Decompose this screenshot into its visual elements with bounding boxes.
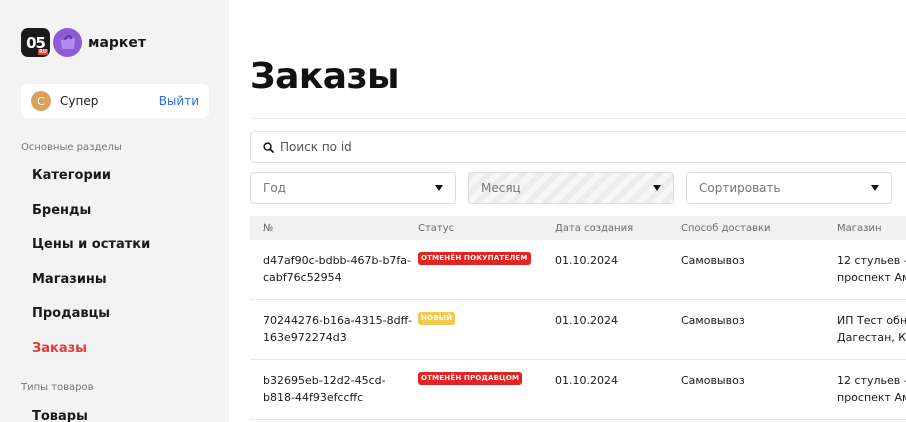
user-card: С Супер Выйти (21, 84, 209, 118)
store-line: Дагестан, Ка (837, 331, 906, 344)
logo-text: маркет (88, 34, 147, 51)
sidebar-item-brands[interactable]: Бренды (32, 203, 91, 218)
sort-select-value: Сортировать (699, 181, 781, 195)
delivery-method: Самовывоз (681, 374, 745, 387)
status-badge: ОТМЕНЁН ПОКУПАТЕЛЕМ (418, 252, 531, 265)
chevron-down-icon (435, 185, 443, 191)
sidebar-item-stores[interactable]: Магазины (32, 272, 107, 287)
status-badge: НОВЫЙ (418, 312, 456, 325)
sidebar-item-products[interactable]: Товары (32, 409, 88, 422)
nav-section-main: Основные разделы (21, 142, 122, 153)
col-created[interactable]: Дата создания (555, 223, 633, 234)
search-box[interactable] (250, 131, 906, 163)
order-id-line: 163e972274d3 (263, 331, 347, 344)
logo-05-mark: 05 RU (21, 28, 50, 57)
chevron-down-icon (653, 185, 661, 191)
order-id-line: b32695eb-12d2-45cd- (263, 374, 386, 387)
user-name: Супер (60, 94, 99, 108)
shopping-bag-icon (53, 28, 82, 57)
order-id[interactable]: b32695eb-12d2-45cd- b818-44f93efccffc (263, 372, 386, 406)
order-id[interactable]: 70244276-b16a-4315-8dff- 163e972274d3 (263, 312, 412, 346)
sort-select[interactable]: Сортировать (686, 172, 892, 204)
col-id[interactable]: № (263, 223, 273, 234)
status-badge: ОТМЕНЁН ПРОДАВЦОМ (418, 372, 523, 385)
avatar: С (31, 91, 51, 111)
order-date: 01.10.2024 (555, 254, 618, 267)
year-select-value: Год (263, 181, 286, 195)
store-line: 12 стульев — (837, 374, 906, 387)
table-row[interactable]: b32695eb-12d2-45cd- b818-44f93efccffc ОТ… (250, 360, 906, 420)
month-select[interactable]: Месяц (468, 172, 674, 204)
sidebar-item-sellers[interactable]: Продавцы (32, 306, 110, 321)
page-title: Заказы (250, 56, 400, 97)
order-id[interactable]: d47af90c-bdbb-467b-b7fa- cabf76c52954 (263, 252, 411, 286)
table-row[interactable]: 70244276-b16a-4315-8dff- 163e972274d3 НО… (250, 300, 906, 360)
sidebar: 05 RU маркет С Супер Выйти Основные разд… (0, 0, 229, 422)
order-id-line: d47af90c-bdbb-467b-b7fa- (263, 254, 412, 267)
col-store[interactable]: Магазин (837, 223, 882, 234)
sidebar-item-categories[interactable]: Категории (32, 168, 111, 183)
search-icon (263, 141, 274, 153)
col-status[interactable]: Статус (418, 223, 454, 234)
table-row[interactable]: d47af90c-bdbb-467b-b7fa- cabf76c52954 ОТ… (250, 240, 906, 300)
logout-link[interactable]: Выйти (159, 94, 199, 108)
delivery-method: Самовывоз (681, 314, 745, 327)
store-line: 12 стульев — (837, 254, 906, 267)
logo[interactable]: 05 RU маркет (21, 28, 146, 57)
store-line: проспект Ам (837, 271, 906, 284)
store-line: проспект Ам (837, 391, 906, 404)
search-input[interactable] (280, 140, 780, 154)
col-delivery[interactable]: Способ доставки (681, 223, 771, 234)
divider (250, 118, 906, 119)
nav-section-types: Типы товаров (21, 382, 94, 393)
sidebar-item-orders[interactable]: Заказы (32, 341, 87, 356)
table-header: № Статус Дата создания Способ доставки М… (250, 216, 906, 240)
store-name: ИП Тест обно Дагестан, Ка (837, 312, 906, 346)
store-name: 12 стульев — проспект Ам (837, 372, 906, 406)
order-date: 01.10.2024 (555, 374, 618, 387)
order-date: 01.10.2024 (555, 314, 618, 327)
order-id-line: b818-44f93efccffc (263, 391, 364, 404)
year-select[interactable]: Год (250, 172, 456, 204)
sidebar-item-prices-stock[interactable]: Цены и остатки (32, 237, 150, 252)
chevron-down-icon (871, 185, 879, 191)
store-name: 12 стульев — проспект Ам (837, 252, 906, 286)
month-select-value: Месяц (481, 181, 521, 195)
order-id-line: 70244276-b16a-4315-8dff- (263, 314, 413, 327)
order-id-line: cabf76c52954 (263, 271, 342, 284)
logo-mark-suffix: RU (38, 49, 48, 55)
delivery-method: Самовывоз (681, 254, 745, 267)
store-line: ИП Тест обно (837, 314, 906, 327)
